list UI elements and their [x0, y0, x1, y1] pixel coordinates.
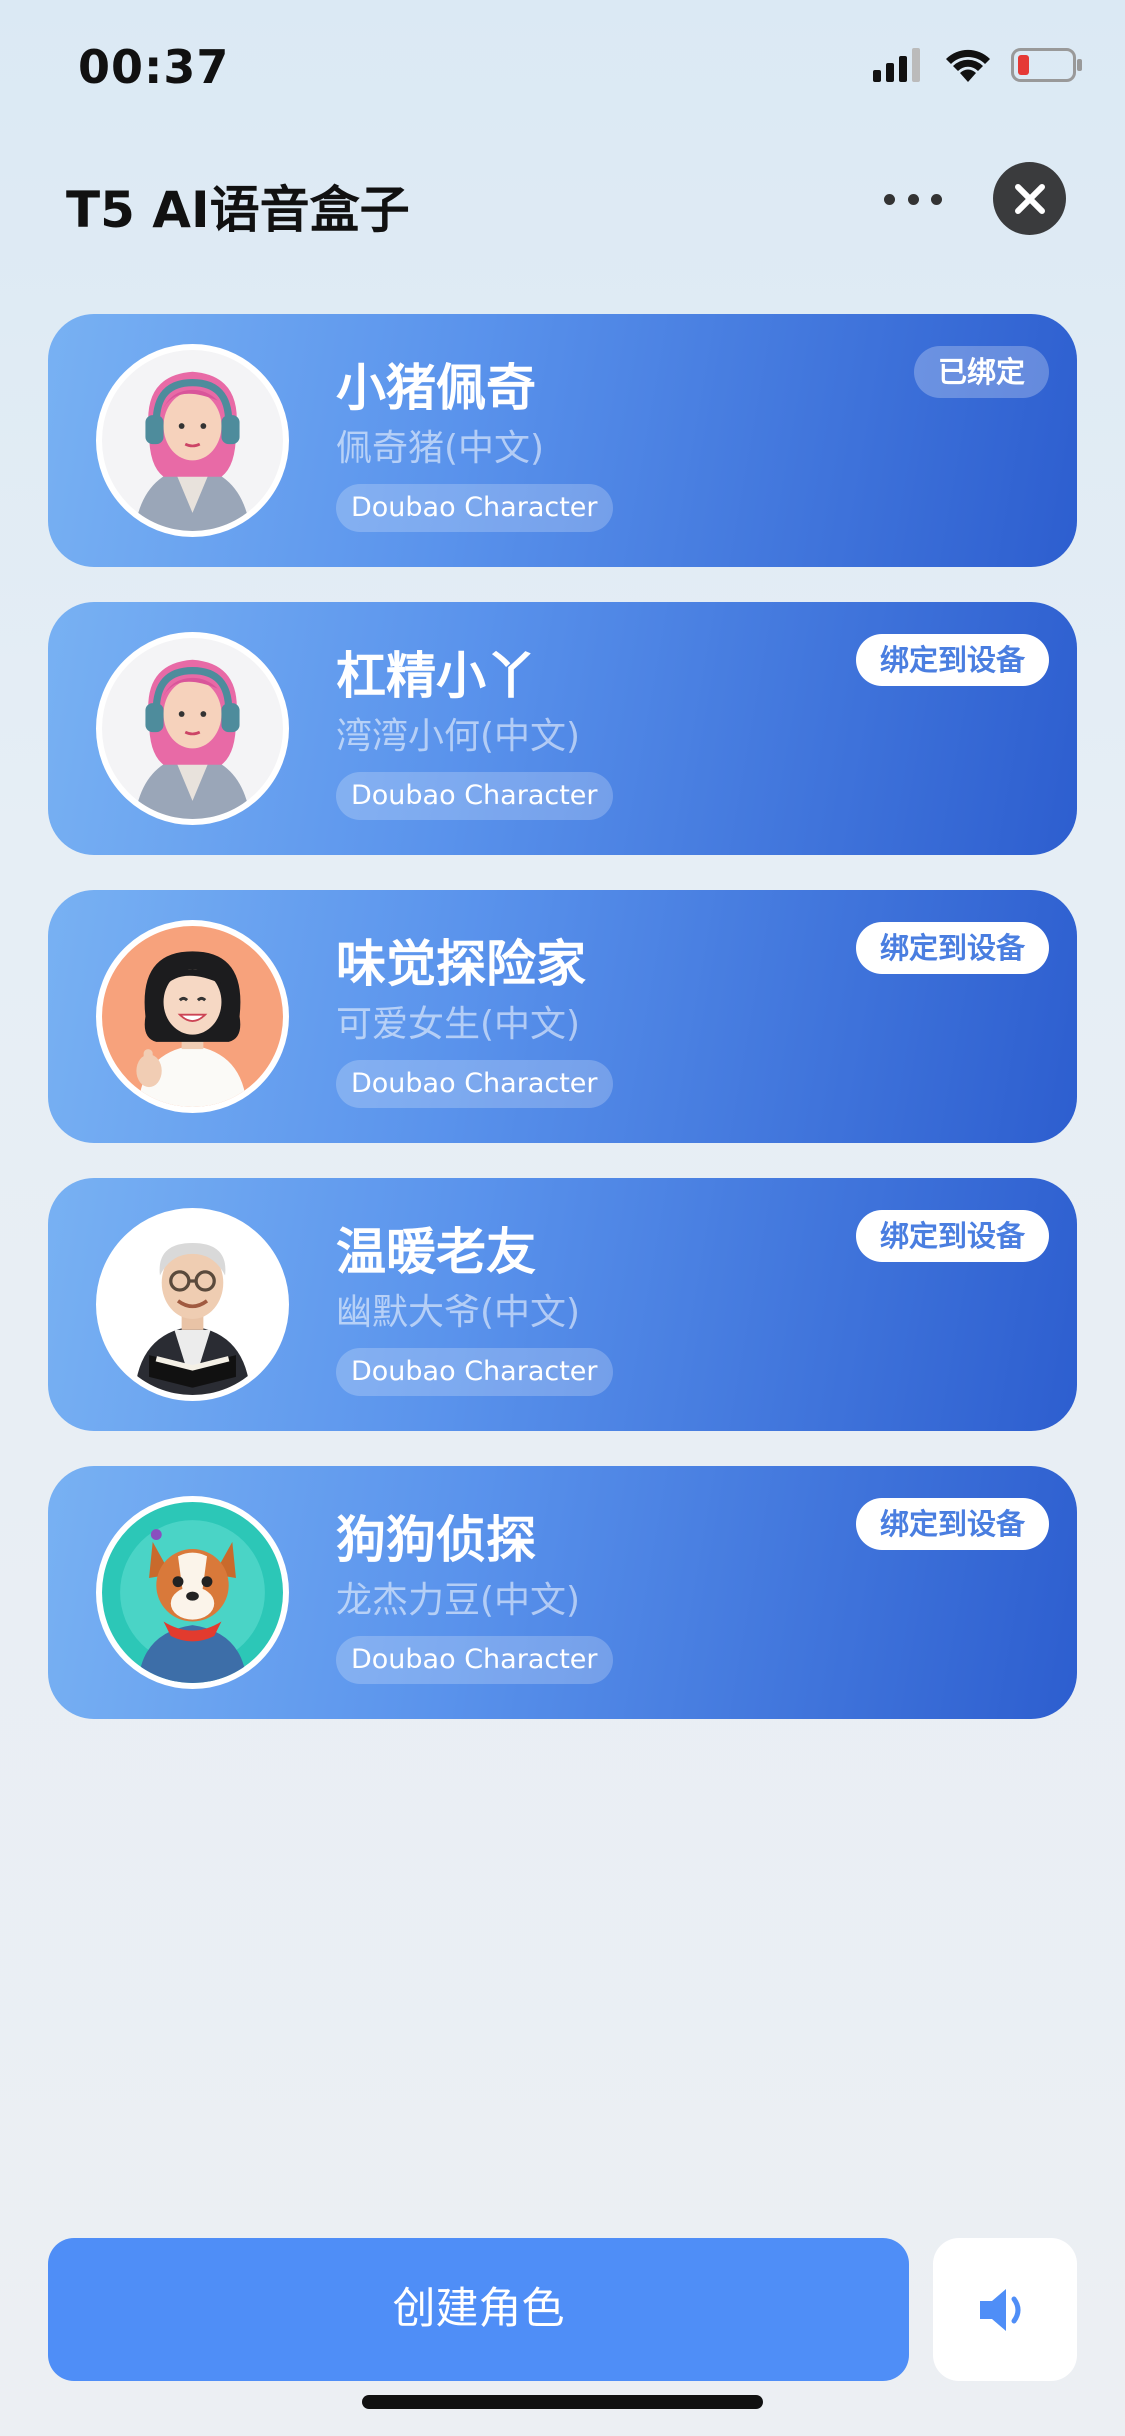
bind-to-device-button[interactable]: 绑定到设备	[855, 634, 1049, 686]
character-voice: 龙杰力豆(中文)	[336, 1580, 581, 1621]
character-list: 小猪佩奇 佩奇猪(中文) Doubao Character 已绑定 杠精小丫 湾…	[48, 314, 1077, 1754]
status-time: 00:37	[78, 40, 230, 94]
character-name: 杠精小丫	[336, 647, 536, 705]
bound-badge: 已绑定	[913, 346, 1049, 398]
character-card[interactable]: 狗狗侦探 龙杰力豆(中文) Doubao Character 绑定到设备	[48, 1466, 1077, 1719]
character-tag: Doubao Character	[336, 1348, 613, 1396]
bind-to-device-button[interactable]: 绑定到设备	[855, 922, 1049, 974]
character-tag: Doubao Character	[336, 1060, 613, 1108]
character-card[interactable]: 温暖老友 幽默大爷(中文) Doubao Character 绑定到设备	[48, 1178, 1077, 1431]
status-icons	[873, 48, 1083, 82]
status-bar: 00:37	[0, 0, 1125, 130]
character-name: 味觉探险家	[336, 935, 586, 993]
character-voice: 湾湾小何(中文)	[336, 716, 581, 757]
more-options-button[interactable]	[880, 176, 946, 222]
speaker-button[interactable]	[933, 2238, 1077, 2381]
more-dots-icon	[884, 193, 895, 205]
character-voice: 幽默大爷(中文)	[336, 1292, 581, 1333]
speaker-icon	[980, 2288, 1021, 2331]
character-name: 狗狗侦探	[336, 1511, 536, 1569]
create-character-button[interactable]: 创建角色	[48, 2238, 909, 2381]
character-tag: Doubao Character	[336, 1636, 613, 1684]
avatar-old-man-with-book	[96, 1208, 289, 1401]
close-icon	[1014, 183, 1045, 214]
avatar-smiling-girl	[96, 920, 289, 1113]
bind-to-device-button[interactable]: 绑定到设备	[855, 1210, 1049, 1262]
cellular-signal-icon	[873, 48, 920, 82]
character-card[interactable]: 小猪佩奇 佩奇猪(中文) Doubao Character 已绑定	[48, 314, 1077, 567]
app-title: T5 AI语音盒子	[66, 181, 410, 239]
character-card[interactable]: 杠精小丫 湾湾小何(中文) Doubao Character 绑定到设备	[48, 602, 1077, 855]
bind-to-device-button[interactable]: 绑定到设备	[855, 1498, 1049, 1550]
character-tag: Doubao Character	[336, 484, 613, 532]
character-name: 温暖老友	[336, 1223, 536, 1281]
home-indicator	[362, 2395, 763, 2409]
avatar-pink-hair-girl	[96, 344, 289, 537]
character-voice: 可爱女生(中文)	[336, 1004, 581, 1045]
character-card[interactable]: 味觉探险家 可爱女生(中文) Doubao Character 绑定到设备	[48, 890, 1077, 1143]
character-name: 小猪佩奇	[336, 359, 536, 417]
wifi-icon	[946, 49, 990, 82]
avatar-cartoon-dog	[96, 1496, 289, 1689]
avatar-pink-hair-girl	[96, 632, 289, 825]
close-button[interactable]	[993, 162, 1066, 235]
battery-low-icon	[1011, 48, 1082, 82]
character-tag: Doubao Character	[336, 772, 613, 820]
character-voice: 佩奇猪(中文)	[336, 428, 545, 469]
